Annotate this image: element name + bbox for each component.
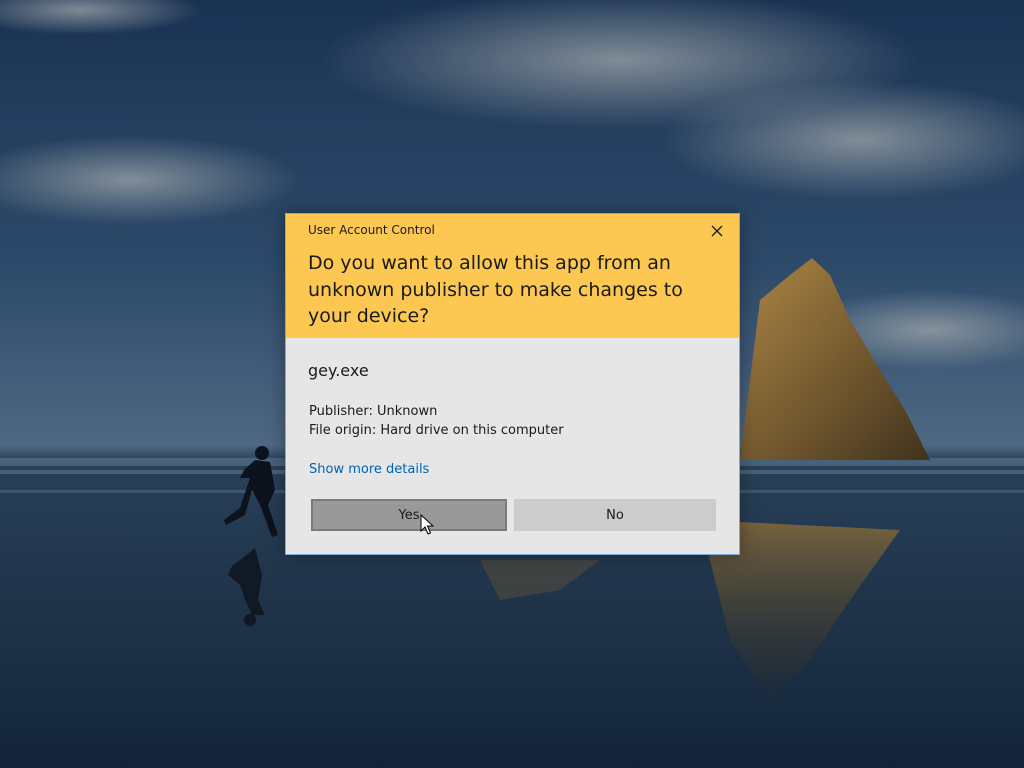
uac-dialog: User Account Control Do you want to allo… <box>285 213 740 555</box>
uac-header: User Account Control Do you want to allo… <box>286 214 739 338</box>
yes-button-label: Yes <box>398 507 420 523</box>
close-button[interactable] <box>706 220 728 242</box>
show-more-details-link[interactable]: Show more details <box>309 462 429 477</box>
dialog-title: User Account Control <box>308 223 435 237</box>
app-name: gey.exe <box>308 361 369 380</box>
no-button-label: No <box>606 507 624 523</box>
mouse-cursor-icon <box>420 514 434 535</box>
close-icon <box>711 225 723 237</box>
publisher-info: Publisher: Unknown <box>309 404 438 419</box>
yes-button[interactable]: Yes <box>311 499 507 531</box>
uac-question: Do you want to allow this app from an un… <box>308 252 683 327</box>
no-button[interactable]: No <box>514 499 716 531</box>
file-origin-info: File origin: Hard drive on this computer <box>309 423 564 438</box>
